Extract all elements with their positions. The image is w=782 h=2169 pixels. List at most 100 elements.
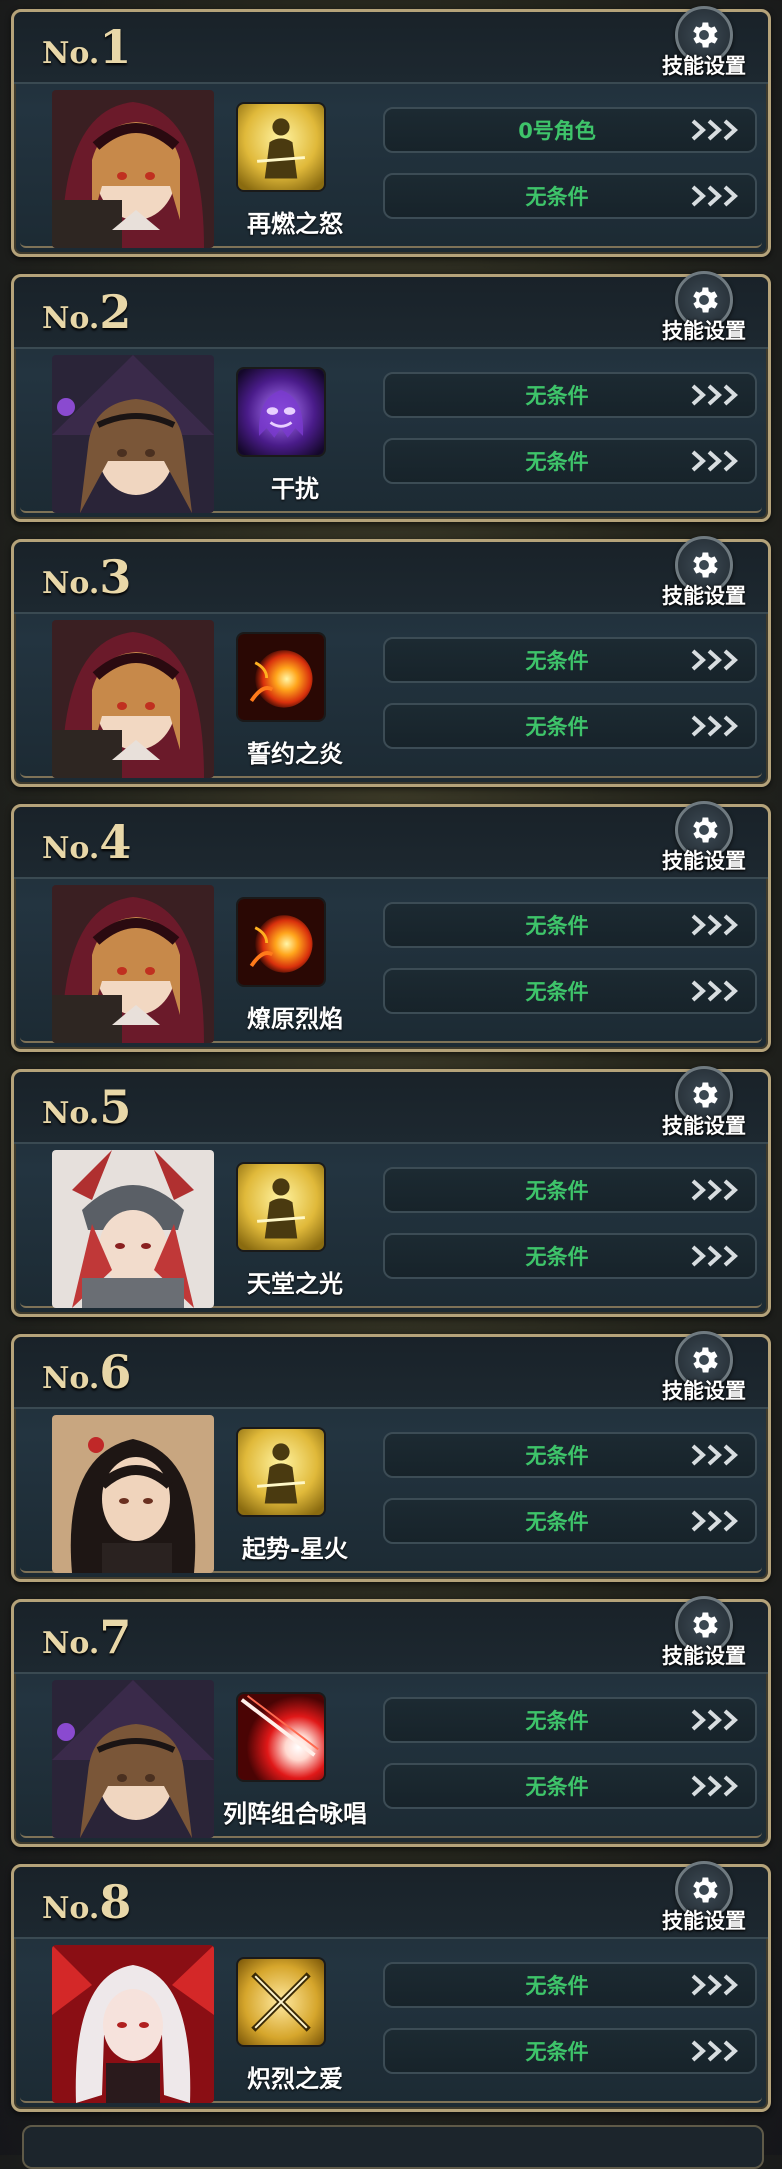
condition-text: 无条件 [525, 980, 589, 1004]
condition-text: 无条件 [525, 1974, 589, 1998]
condition-button[interactable]: 无条件 [383, 372, 757, 418]
skill-settings-button[interactable]: 技能设置 [654, 1331, 754, 1407]
golden-warrior-icon[interactable] [236, 102, 326, 192]
triple-chevron-icon [689, 1177, 745, 1203]
skill-settings-button[interactable]: 技能设置 [654, 271, 754, 347]
slot-number-value: 5 [99, 1080, 132, 1134]
slot-number-value: 3 [99, 550, 132, 604]
condition-button[interactable]: 无条件 [383, 1962, 757, 2008]
condition-button[interactable]: 无条件 [383, 1697, 757, 1743]
condition-button[interactable]: 无条件 [383, 173, 757, 219]
skill-name: 干扰 [271, 475, 319, 503]
skill-settings-button[interactable]: 技能设置 [654, 1861, 754, 1937]
condition-text: 无条件 [525, 1775, 589, 1799]
skill-slot-card: No.4 技能设置 燎原烈焰 无条件 无条件 [11, 801, 771, 1052]
slot-number-prefix: No. [42, 831, 100, 866]
slot-number-prefix: No. [42, 566, 100, 601]
crossed-swords-icon[interactable] [236, 1957, 326, 2047]
purple-ghost-icon[interactable] [236, 367, 326, 457]
condition-button[interactable]: 无条件 [383, 1432, 757, 1478]
slot-number: No.3 [42, 550, 131, 604]
triple-chevron-icon [689, 117, 745, 143]
red-burst-icon[interactable] [236, 1692, 326, 1782]
condition-button[interactable]: 无条件 [383, 968, 757, 1014]
condition-text: 无条件 [525, 914, 589, 938]
triple-chevron-icon [689, 713, 745, 739]
condition-text: 无条件 [525, 715, 589, 739]
skill-slot-card: No.8 技能设置 炽烈之爱 无条件 无条件 [11, 1861, 771, 2112]
skill-slot-card: No.3 技能设置 誓约之炎 无条件 无条件 [11, 536, 771, 787]
character-portrait-red-hood-girl[interactable] [52, 885, 214, 1043]
skill-settings-label: 技能设置 [662, 54, 746, 78]
skill-settings-button[interactable]: 技能设置 [654, 1596, 754, 1672]
condition-text: 0号角色 [518, 119, 596, 143]
triple-chevron-icon [689, 1243, 745, 1269]
fireball-icon[interactable] [236, 632, 326, 722]
slot-number: No.6 [42, 1345, 131, 1399]
slot-number-prefix: No. [42, 1891, 100, 1926]
slot-number-prefix: No. [42, 1361, 100, 1396]
skill-slot-card: No.5 技能设置 天堂之光 无条件 无条件 [11, 1066, 771, 1317]
skill-settings-label: 技能设置 [662, 584, 746, 608]
character-portrait-red-hood-girl[interactable] [52, 620, 214, 778]
skill-settings-label: 技能设置 [662, 849, 746, 873]
skill-name: 天堂之光 [247, 1270, 343, 1298]
skill-settings-button[interactable]: 技能设置 [654, 801, 754, 877]
condition-button[interactable]: 0号角色 [383, 107, 757, 153]
fireball-icon[interactable] [236, 897, 326, 987]
condition-button[interactable]: 无条件 [383, 902, 757, 948]
triple-chevron-icon [689, 2038, 745, 2064]
golden-warrior-icon[interactable] [236, 1162, 326, 1252]
skill-settings-button[interactable]: 技能设置 [654, 536, 754, 612]
skill-settings-button[interactable]: 技能设置 [654, 6, 754, 82]
condition-button[interactable]: 无条件 [383, 1233, 757, 1279]
character-portrait-white-hair-girl[interactable] [52, 1945, 214, 2103]
condition-button[interactable]: 无条件 [383, 2028, 757, 2074]
condition-text: 无条件 [525, 2040, 589, 2064]
skill-name: 炽烈之爱 [247, 2065, 343, 2093]
condition-button[interactable]: 无条件 [383, 703, 757, 749]
condition-text: 无条件 [525, 1179, 589, 1203]
character-portrait-armored-knight[interactable] [52, 1150, 214, 1308]
condition-button[interactable]: 无条件 [383, 438, 757, 484]
skill-name: 再燃之怒 [247, 210, 343, 238]
condition-text: 无条件 [525, 1444, 589, 1468]
skill-settings-label: 技能设置 [662, 1114, 746, 1138]
slot-number: No.1 [42, 20, 131, 74]
slot-number: No.2 [42, 285, 131, 339]
slot-number-value: 7 [99, 1610, 132, 1664]
skill-settings-label: 技能设置 [662, 1379, 746, 1403]
character-portrait-witch-girl[interactable] [52, 1680, 214, 1838]
condition-button[interactable]: 无条件 [383, 1498, 757, 1544]
skill-name: 燎原烈焰 [247, 1005, 343, 1033]
slot-number-value: 6 [99, 1345, 132, 1399]
slot-number-value: 8 [99, 1875, 132, 1929]
condition-button[interactable]: 无条件 [383, 637, 757, 683]
skill-name: 列阵组合咏唱 [223, 1800, 367, 1828]
next-card-partial [22, 2125, 764, 2169]
condition-button[interactable]: 无条件 [383, 1763, 757, 1809]
slot-number-value: 1 [99, 20, 132, 74]
triple-chevron-icon [689, 912, 745, 938]
golden-warrior-icon[interactable] [236, 1427, 326, 1517]
slot-number-value: 4 [99, 815, 132, 869]
slot-number-prefix: No. [42, 36, 100, 71]
triple-chevron-icon [689, 647, 745, 673]
skill-settings-label: 技能设置 [662, 319, 746, 343]
skill-slot-card: No.1 技能设置再燃之怒 0号角色无条件 [11, 6, 771, 257]
skill-name: 起势-星火 [242, 1535, 348, 1563]
slot-number-prefix: No. [42, 1626, 100, 1661]
character-portrait-red-hood-girl[interactable] [52, 90, 214, 248]
slot-number: No.5 [42, 1080, 131, 1134]
triple-chevron-icon [689, 382, 745, 408]
condition-button[interactable]: 无条件 [383, 1167, 757, 1213]
triple-chevron-icon [689, 1508, 745, 1534]
character-portrait-witch-girl[interactable] [52, 355, 214, 513]
skill-slot-card: No.7 技能设置 列阵组合咏唱 无条件 无条件 [11, 1596, 771, 1847]
skill-settings-button[interactable]: 技能设置 [654, 1066, 754, 1142]
triple-chevron-icon [689, 1773, 745, 1799]
skill-settings-label: 技能设置 [662, 1909, 746, 1933]
slot-number: No.4 [42, 815, 131, 869]
character-portrait-black-hair-girl[interactable] [52, 1415, 214, 1573]
triple-chevron-icon [689, 183, 745, 209]
